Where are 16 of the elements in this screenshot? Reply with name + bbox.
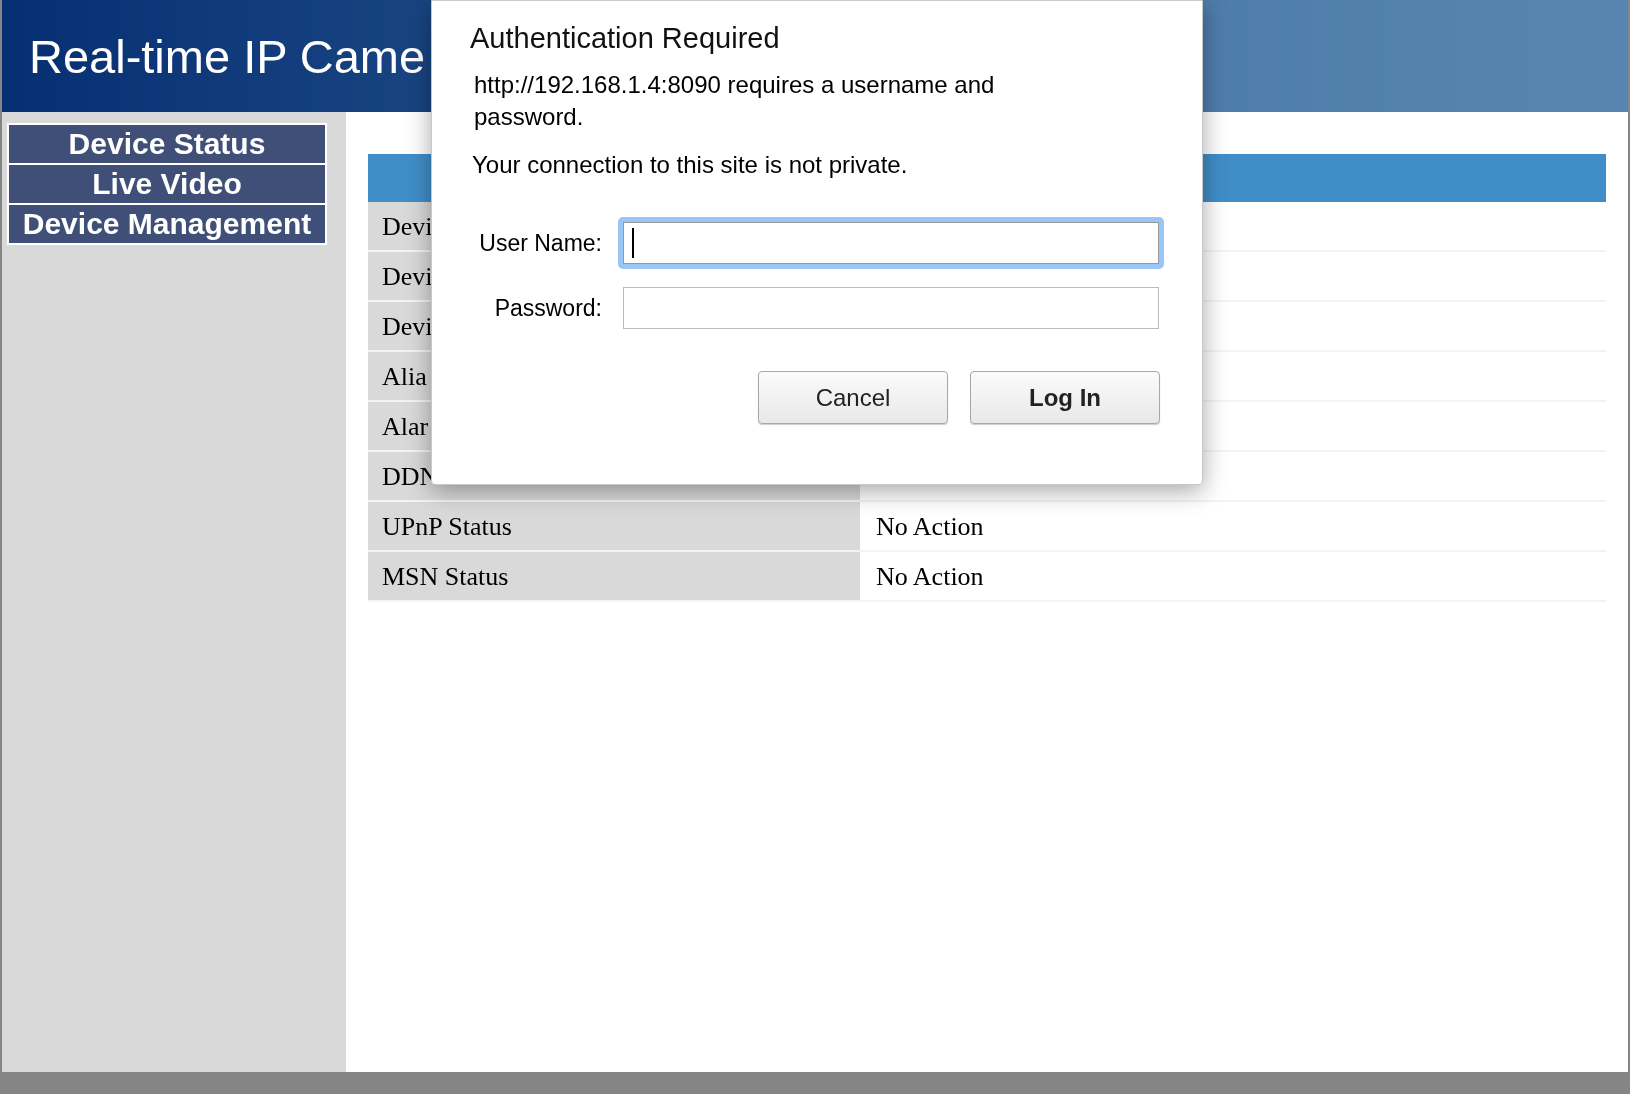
nav-link[interactable]: Device Management: [9, 205, 325, 243]
table-cell: UPnP Status: [368, 502, 860, 550]
dialog-button[interactable]: Log In: [970, 371, 1160, 424]
privacy-warning: Your connection to this site is not private.: [472, 150, 909, 180]
nav-link[interactable]: Device Status: [9, 125, 325, 163]
input-field[interactable]: [623, 287, 1159, 329]
table-cell-text: No Action: [875, 510, 984, 543]
nav-link[interactable]: Live Video: [9, 165, 325, 203]
dialog-title: Authentication Required: [470, 21, 781, 56]
dialog-button[interactable]: Cancel: [758, 371, 948, 424]
dialog-message: http://192.168.1.4:8090 requires a username and password.: [474, 70, 996, 132]
input-field[interactable]: [618, 217, 1164, 269]
table-cell-text: No Action: [875, 560, 984, 593]
page-title: Real-time IP Came: [29, 32, 426, 80]
table-cell: MSN Status: [368, 552, 860, 600]
text-cursor: [632, 228, 634, 258]
